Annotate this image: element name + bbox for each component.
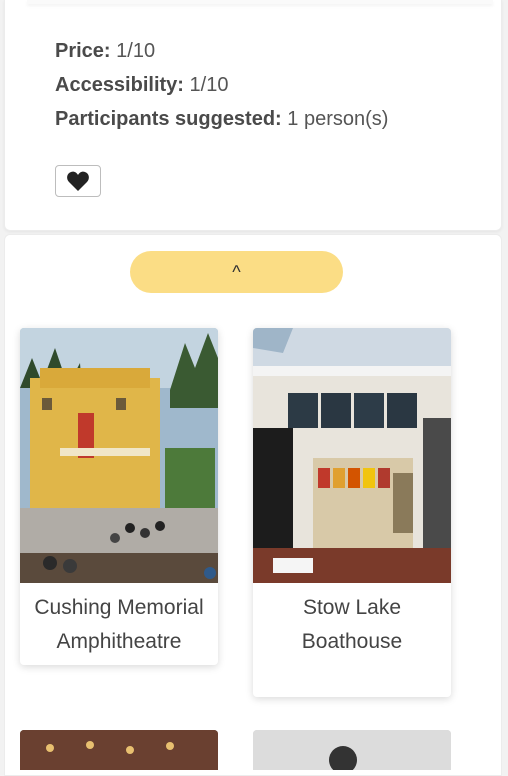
activity-info: Price: 1/10 Accessibility: 1/10 Particip… xyxy=(55,34,388,136)
accessibility-label: Accessibility: xyxy=(55,74,184,96)
chevron-up-icon: ^ xyxy=(232,261,241,282)
place-image xyxy=(253,328,451,583)
place-photo xyxy=(20,328,218,583)
places-card: ^ Cushing Memorial Amphitheatre Stow Lak… xyxy=(4,234,502,776)
place-card-cushing[interactable]: Cushing Memorial Amphitheatre xyxy=(20,328,218,665)
place-photo xyxy=(253,328,451,583)
place-image xyxy=(20,328,218,583)
heart-icon xyxy=(67,171,89,191)
price-label: Price: xyxy=(55,40,111,62)
header-strip xyxy=(27,0,493,4)
place-photo xyxy=(20,730,218,770)
participants-row: Participants suggested: 1 person(s) xyxy=(55,102,388,136)
place-card-stow-lake[interactable]: Stow Lake Boathouse xyxy=(253,328,451,697)
price-value: 1/10 xyxy=(116,40,156,62)
place-card-partial[interactable] xyxy=(20,730,218,770)
activity-details-card: Price: 1/10 Accessibility: 1/10 Particip… xyxy=(4,0,502,231)
accessibility-value: 1/10 xyxy=(189,74,229,96)
price-row: Price: 1/10 xyxy=(55,34,388,68)
place-name: Cushing Memorial Amphitheatre xyxy=(34,596,204,653)
place-name: Stow Lake Boathouse xyxy=(301,596,403,653)
participants-label: Participants suggested: xyxy=(55,108,282,130)
place-card-partial[interactable] xyxy=(253,730,451,770)
scroll-up-button[interactable]: ^ xyxy=(130,251,343,293)
participants-value: 1 person(s) xyxy=(287,108,389,130)
favorite-button[interactable] xyxy=(55,165,101,197)
place-photo xyxy=(253,730,451,770)
accessibility-row: Accessibility: 1/10 xyxy=(55,68,388,102)
